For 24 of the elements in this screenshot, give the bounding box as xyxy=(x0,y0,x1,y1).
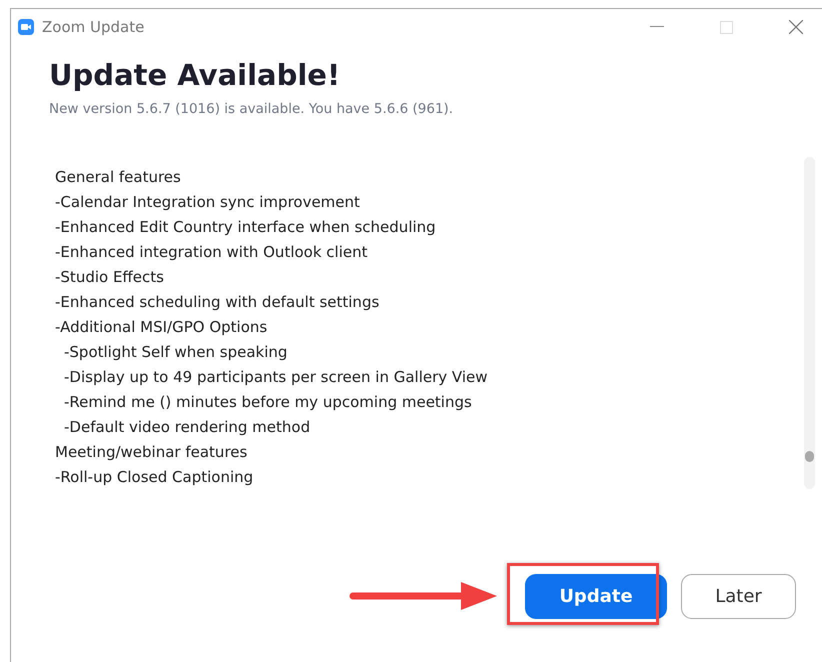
release-note: General features xyxy=(55,167,182,188)
release-note: -Default video rendering method xyxy=(63,417,312,438)
release-note: -Enhanced Edit Country interface when scheduling xyxy=(55,217,437,238)
release-note: -Enhanced scheduling with default settings xyxy=(55,292,380,313)
later-button[interactable]: Later xyxy=(681,574,796,619)
window-title: Zoom Update xyxy=(42,18,144,36)
camera-icon xyxy=(18,19,34,35)
scrollbar[interactable] xyxy=(804,157,815,489)
release-note: -Roll-up Closed Captioning xyxy=(55,467,254,488)
scrollbar-thumb[interactable] xyxy=(805,451,814,462)
close-icon[interactable] xyxy=(789,20,803,34)
release-note: -Studio Effects xyxy=(55,267,165,288)
release-note: -Calendar Integration sync improvement xyxy=(55,192,361,213)
release-note: -Enhanced integration with Outlook client xyxy=(55,242,368,263)
release-note: -Remind me () minutes before my upcoming meetings xyxy=(63,392,473,413)
release-note: Meeting/webinar features xyxy=(55,442,248,463)
version-text: New version 5.6.7 (1016) is available. You have 5.6.6 (961). xyxy=(49,101,454,117)
release-note: -Spotlight Self when speaking xyxy=(63,342,288,363)
update-button[interactable]: Update xyxy=(525,574,667,619)
release-note: -Additional MSI/GPO Options xyxy=(55,317,268,338)
release-note: -Display up to 49 participants per screen in Gallery View xyxy=(63,367,489,388)
dialog-heading: Update Available! xyxy=(49,57,342,93)
minimize-icon[interactable] xyxy=(650,26,664,28)
maximize-icon[interactable] xyxy=(720,20,733,34)
